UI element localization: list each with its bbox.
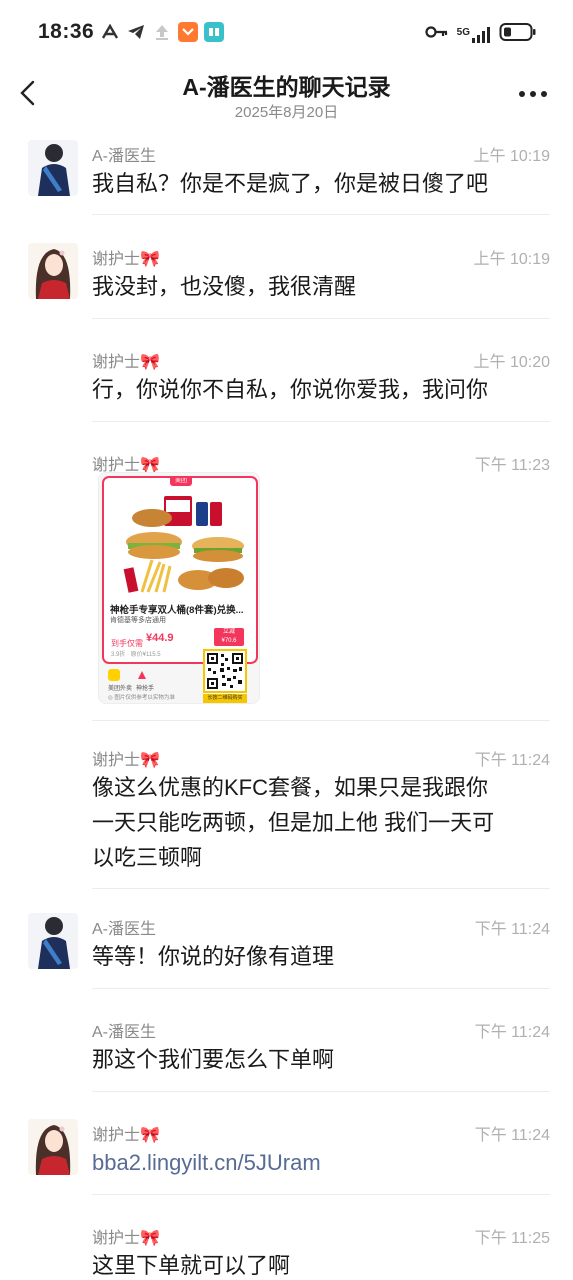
message-text-line: 以吃三顿啊: [92, 845, 203, 870]
coupon-discount-tag: 立减 ¥70.6: [214, 628, 244, 646]
telegram-icon: [126, 22, 146, 42]
pocket-icon: [178, 22, 198, 42]
brand2-label: 神抢手: [136, 686, 155, 692]
chat-message[interactable]: 谢护士🎀 下午 11:23: [0, 449, 573, 474]
more-dot-icon: [519, 91, 525, 97]
message-sender: A-潘医生: [92, 921, 157, 938]
chat-message[interactable]: 谢护士🎀 下午 11:24 像这么优惠的KFC套餐，如果只是我跟你 一天只能吃两…: [0, 744, 573, 890]
avatar-nurse[interactable]: [28, 243, 78, 299]
brand1-label: 美团外卖: [108, 686, 133, 692]
message-divider: [92, 720, 550, 721]
message-divider: [92, 318, 550, 319]
key-icon: [425, 25, 449, 44]
avatar-nurse[interactable]: [28, 1119, 78, 1175]
message-text: 这里下单就可以了啊: [92, 1253, 291, 1278]
message-time: 上午 10:20: [473, 354, 551, 371]
meituan-badge: 美团: [170, 478, 192, 486]
more-options-button[interactable]: [519, 84, 551, 104]
qr-code-label: 长按二维码购买: [203, 694, 247, 703]
message-text: 我没封，也没傻，我很清醒: [92, 274, 357, 299]
message-time: 下午 11:24: [474, 1127, 550, 1144]
brand-meituan: 美团外卖: [108, 669, 132, 692]
status-bar: 18:36 5G: [0, 0, 573, 66]
message-link[interactable]: bba2.lingyilt.cn/5JUram: [92, 1145, 552, 1180]
discount-tag-line2: ¥70.6: [221, 638, 237, 644]
coupon-price: ¥44.9: [146, 632, 174, 644]
status-icons-right: 5G: [425, 22, 537, 47]
coupon-title: 神枪手专享双人桶(8件套)兑换...: [110, 605, 244, 616]
kfc-coupon-image[interactable]: 美团 神枪手专享双人桶(8件套)兑换... 肯德基等多店通用 到手仅需 ¥44.…: [98, 472, 260, 704]
message-sender: 谢护士🎀: [92, 251, 160, 268]
chat-message[interactable]: 谢护士🎀 下午 11:25 这里下单就可以了啊: [0, 1222, 573, 1280]
coupon-price-label: 到手仅需: [111, 639, 143, 648]
message-divider: [92, 421, 550, 422]
chat-message[interactable]: 谢护士🎀 下午 11:24 bba2.lingyilt.cn/5JUram: [0, 1119, 573, 1195]
status-time: 18:36: [38, 20, 95, 43]
coupon-original-price: 3.9折 · 原价¥115.5: [111, 652, 161, 658]
signal-a-icon: [100, 22, 120, 42]
message-divider: [92, 1091, 550, 1092]
coupon-note: ◎ 图片仅供参考以实物为准: [108, 695, 175, 701]
message-time: 下午 11:24: [474, 1024, 550, 1041]
message-text: 我自私？你是不是疯了，你是被日傻了吧: [92, 171, 489, 196]
message-sender: 谢护士🎀: [92, 354, 160, 371]
upload-icon: [152, 22, 172, 42]
chat-message[interactable]: A-潘医生 下午 11:24 等等！你说的好像有道理: [0, 913, 573, 989]
coupon-frame: 美团 神枪手专享双人桶(8件套)兑换... 肯德基等多店通用 到手仅需 ¥44.…: [102, 476, 258, 664]
avatar-doctor[interactable]: [28, 913, 78, 969]
network-label: 5G: [456, 26, 470, 38]
message-time: 上午 10:19: [473, 251, 551, 268]
message-sender: A-潘医生: [92, 148, 157, 165]
message-divider: [92, 888, 550, 889]
message-time: 下午 11:25: [474, 1230, 550, 1247]
message-divider: [92, 214, 550, 215]
message-time: 上午 10:19: [473, 148, 551, 165]
cellular-icon: 5G: [457, 26, 491, 44]
message-text: 行，你说你不自私，你说你爱我，我问你: [92, 377, 489, 402]
chat-message[interactable]: A-潘医生 下午 11:24 那这个我们要怎么下单啊: [0, 1016, 573, 1092]
avatar-doctor[interactable]: [28, 140, 78, 196]
message-sender: 谢护士🎀: [92, 752, 160, 769]
status-icons-left: [100, 22, 224, 42]
message-text-line: 一天只能吃两顿，但是加上他 我们一天可: [92, 810, 495, 835]
chat-message[interactable]: 谢护士🎀 上午 10:20 行，你说你不自私，你说你爱我，我问你: [0, 346, 573, 422]
message-sender: 谢护士🎀: [92, 1230, 160, 1247]
message-time: 下午 11:24: [474, 921, 550, 938]
coupon-subtitle: 肯德基等多店通用: [110, 617, 166, 624]
chat-history-header: A-潘医生的聊天记录 2025年8月20日: [0, 66, 573, 130]
meituan-logo-icon: [108, 669, 120, 681]
message-text: 像这么优惠的KFC套餐，如果只是我跟你 一天只能吃两顿，但是加上他 我们一天可 …: [92, 770, 552, 875]
message-text: 那这个我们要怎么下单啊: [92, 1047, 335, 1072]
message-text: 等等！你说的好像有道理: [92, 944, 335, 969]
more-dot-icon: [541, 91, 547, 97]
message-sender: 谢护士🎀: [92, 1127, 160, 1144]
battery-icon: [499, 22, 537, 47]
more-dot-icon: [530, 91, 536, 97]
chat-message[interactable]: 谢护士🎀 上午 10:19 我没封，也没傻，我很清醒: [0, 243, 573, 319]
page-title: A-潘医生的聊天记录: [182, 74, 391, 100]
message-divider: [92, 988, 550, 989]
kfc-meal-photo: [108, 488, 254, 596]
message-sender: A-潘医生: [92, 1024, 157, 1041]
qr-code-icon[interactable]: [203, 649, 247, 693]
book-icon: [204, 22, 224, 42]
message-time: 下午 11:23: [474, 457, 550, 474]
chat-message[interactable]: A-潘医生 上午 10:19 我自私？你是不是疯了，你是被日傻了吧: [0, 140, 573, 216]
message-divider: [92, 1194, 550, 1195]
discount-tag-line1: 立减: [222, 629, 235, 635]
message-text-line: 像这么优惠的KFC套餐，如果只是我跟你: [92, 775, 489, 800]
shenqiangshou-logo-icon: [138, 671, 146, 679]
brand-shenqiangshou: 神抢手: [136, 669, 154, 692]
page-subtitle-date: 2025年8月20日: [234, 104, 339, 121]
message-time: 下午 11:24: [474, 752, 550, 769]
